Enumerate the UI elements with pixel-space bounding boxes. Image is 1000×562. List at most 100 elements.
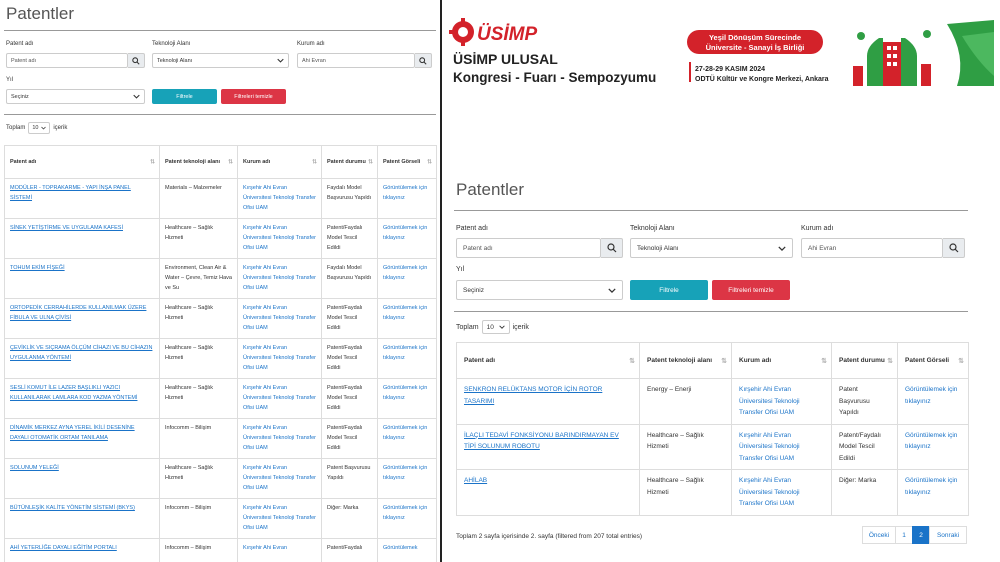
view-image-link[interactable]: Görüntülemek için tıklayınız <box>905 432 957 451</box>
table-cell: Patent/Faydalı Model Tescil Edildi <box>321 418 378 459</box>
institution-input[interactable]: Ahi Evran <box>801 238 943 258</box>
table-cell: SESLİ KOMUT İLE LAZER BAŞLIKLI YAZICI KU… <box>4 378 160 419</box>
technology-area-select[interactable]: Teknoloji Alanı <box>630 238 793 258</box>
table-cell: Healthcare – Sağlık Hizmeti <box>159 218 238 259</box>
technology-area-cell: Healthcare – Sağlık Hizmeti <box>647 431 704 451</box>
patent-name-link[interactable]: ORTOPEDİK CERRAHİLERDE KULLANILMAK ÜZERE… <box>10 305 146 321</box>
header-image[interactable]: Patent Görseli ⇅ <box>897 342 969 379</box>
institution-link[interactable]: Kırşehir Ahi Evran Üniversitesi Teknoloj… <box>243 465 316 491</box>
pagination-next[interactable]: Sonraki <box>929 526 967 544</box>
chevron-down-icon <box>133 94 140 99</box>
header-institution[interactable]: Kurum adı ⇅ <box>237 145 322 179</box>
view-image-link[interactable]: Görüntülemek için tıklayınız <box>383 505 427 521</box>
page-size-select[interactable]: 10 <box>481 320 510 334</box>
patent-name-link[interactable]: SİNEK YETİŞTİRME VE UYGULAMA KAFESİ <box>10 225 123 231</box>
view-image-link[interactable]: Görüntülemek için tıklayınız <box>905 386 957 405</box>
patent-name-link[interactable]: İLAÇLI TEDAVİ FONKSİYONU BARINDIRMAYAN E… <box>464 432 619 451</box>
institution-link[interactable]: Kırşehir Ahi Evran Üniversitesi Teknoloj… <box>243 385 316 411</box>
table-cell: Görüntülemek için tıklayınız <box>897 469 969 516</box>
filter-button[interactable]: Filtrele <box>152 89 217 104</box>
search-button[interactable] <box>128 53 145 68</box>
view-image-link[interactable]: Görüntülemek için tıklayınız <box>905 477 957 496</box>
table-cell: Healthcare – Sağlık Hizmeti <box>159 458 238 499</box>
institution-link[interactable]: Kırşehir Ahi Evran Üniversitesi Teknoloj… <box>739 477 800 507</box>
table-row: SENKRON RELÜKTANS MOTOR İÇİN ROTOR TASAR… <box>456 378 969 425</box>
header-image[interactable]: Patent Görseli ⇅ <box>377 145 437 179</box>
institution-link[interactable]: Kırşehir Ahi Evran Üniversitesi Teknoloj… <box>243 505 316 531</box>
view-image-link[interactable]: Görüntülemek için tıklayınız <box>383 185 427 201</box>
institution-link[interactable]: Kırşehir Ahi Evran Üniversitesi Teknoloj… <box>739 386 800 416</box>
table-cell: Infocomm – Bilişim <box>159 538 238 562</box>
page-size-control: Toplam 10 içerik <box>6 122 67 134</box>
institution-search-button[interactable] <box>943 238 965 258</box>
patent-name-link[interactable]: SOLUNUM YELEĞİ <box>10 465 59 471</box>
header-status[interactable]: Patent durumu ⇅ <box>321 145 378 179</box>
filter-button[interactable]: Filtrele <box>630 280 708 300</box>
pagination-page-1[interactable]: 1 <box>895 526 913 544</box>
institution-input[interactable]: Ahi Evran <box>297 53 415 68</box>
patent-name-link[interactable]: BÜTÜNLEŞİK KALİTE YÖNETİM SİSTEMİ (BKYS) <box>10 505 135 511</box>
status-cell: Patent/Faydalı Model Tescil Edildi <box>327 345 363 371</box>
view-image-link[interactable]: Görüntülemek için tıklayınız <box>383 465 427 481</box>
patent-name-link[interactable]: SENKRON RELÜKTANS MOTOR İÇİN ROTOR TASAR… <box>464 386 602 405</box>
table-cell: Görüntülemek için tıklayınız <box>377 418 437 459</box>
institution-link[interactable]: Kırşehir Ahi Evran Üniversitesi Teknoloj… <box>243 425 316 451</box>
table-cell: Patent/Faydalı Model Tescil Edildi <box>321 338 378 379</box>
status-cell: Diğer: Marka <box>839 477 877 484</box>
status-cell: Patent/Faydalı Model Tescil Edildi <box>327 305 363 331</box>
header-institution[interactable]: Kurum adı ⇅ <box>731 342 832 379</box>
chevron-down-icon <box>608 287 616 293</box>
table-row: ÇEVİKLİK VE SIÇRAMA ÖLÇÜM CİHAZI VE BU C… <box>4 338 437 379</box>
pagination-previous[interactable]: Önceki <box>862 526 896 544</box>
page-size-control: Toplam 10 içerik <box>456 320 529 334</box>
header-status[interactable]: Patent durumu ⇅ <box>831 342 898 379</box>
header-technology-area[interactable]: Patent teknoloji alanı ⇅ <box>639 342 732 379</box>
banner-date: 27-28-29 KASIM 2024 <box>695 66 765 73</box>
institution-link[interactable]: Kırşehir Ahi Evran Üniversitesi Teknoloj… <box>243 305 316 331</box>
view-image-link[interactable]: Görüntülemek için tıklayınız <box>383 305 427 321</box>
view-image-link[interactable]: Görüntülemek <box>383 545 418 551</box>
view-image-link[interactable]: Görüntülemek için tıklayınız <box>383 225 427 241</box>
year-select[interactable]: Seçiniz <box>6 89 145 104</box>
institution-search-button[interactable] <box>415 53 432 68</box>
technology-area-select[interactable]: Teknoloji Alanı <box>152 53 289 68</box>
table-cell: Görüntülemek için tıklayınız <box>377 258 437 299</box>
patent-name-link[interactable]: MODÜLER - TOPRAKARME - YAPI İNŞA PANEL S… <box>10 185 131 201</box>
institution-link[interactable]: Kırşehir Ahi Evran Üniversitesi Teknoloj… <box>243 225 316 251</box>
patent-name-input[interactable]: Patent adı <box>6 53 128 68</box>
patent-name-link[interactable]: TOHUM EKİM FİŞEĞİ <box>10 265 65 271</box>
institution-link[interactable]: Kırşehir Ahi Evran <box>243 545 287 551</box>
institution-link[interactable]: Kırşehir Ahi Evran Üniversitesi Teknoloj… <box>243 185 316 211</box>
date-accent-bar <box>689 62 691 82</box>
page-size-select[interactable]: 10 <box>28 122 51 134</box>
pagination-page-2[interactable]: 2 <box>912 526 930 544</box>
congress-banner[interactable]: ÜSİMP ÜSİMP ULUSAL Kongresi - Fuarı - Se… <box>447 16 994 90</box>
view-image-link[interactable]: Görüntülemek için tıklayınız <box>383 385 427 401</box>
institution-link[interactable]: Kırşehir Ahi Evran Üniversitesi Teknoloj… <box>739 432 800 462</box>
patent-name-input[interactable]: Patent adı <box>456 238 601 258</box>
institution-link[interactable]: Kırşehir Ahi Evran Üniversitesi Teknoloj… <box>243 265 316 291</box>
header-technology-area[interactable]: Patent teknoloji alanı ⇅ <box>159 145 238 179</box>
header-patent-name[interactable]: Patent adı ⇅ <box>4 145 160 179</box>
clear-filters-button[interactable]: Filtreleri temizle <box>221 89 286 104</box>
clear-filters-button[interactable]: Filtreleri temizle <box>712 280 790 300</box>
patent-name-link[interactable]: ÇEVİKLİK VE SIÇRAMA ÖLÇÜM CİHAZI VE BU C… <box>10 345 152 361</box>
header-patent-name[interactable]: Patent adı ⇅ <box>456 342 640 379</box>
table-cell: Görüntülemek için tıklayınız <box>897 423 969 470</box>
institution-link[interactable]: Kırşehir Ahi Evran Üniversitesi Teknoloj… <box>243 345 316 371</box>
table-cell: Diğer: Marka <box>831 469 898 516</box>
institution-label: Kurum adı <box>297 41 325 47</box>
year-select[interactable]: Seçiniz <box>456 280 623 300</box>
view-image-link[interactable]: Görüntülemek için tıklayınız <box>383 425 427 441</box>
patent-name-link[interactable]: AHİLAB <box>464 477 487 484</box>
table-header-row: Patent adı ⇅ Patent teknoloji alanı ⇅ Kuru… <box>456 342 969 379</box>
filters-divider <box>454 311 968 312</box>
technology-area-cell: Infocomm – Bilişim <box>165 545 212 551</box>
sort-icon: ⇅ <box>149 159 155 166</box>
patent-name-link[interactable]: DİNAMİK MERKEZ AYNA YEREL İKİLİ DESENİNE… <box>10 425 135 441</box>
view-image-link[interactable]: Görüntülemek için tıklayınız <box>383 345 427 361</box>
search-button[interactable] <box>601 238 623 258</box>
patent-name-link[interactable]: SESLİ KOMUT İLE LAZER BAŞLIKLI YAZICI KU… <box>10 385 137 401</box>
patent-name-link[interactable]: AHİ YETERLİĞE DAYALI EĞİTİM PORTALI <box>10 545 117 551</box>
view-image-link[interactable]: Görüntülemek için tıklayınız <box>383 265 427 281</box>
